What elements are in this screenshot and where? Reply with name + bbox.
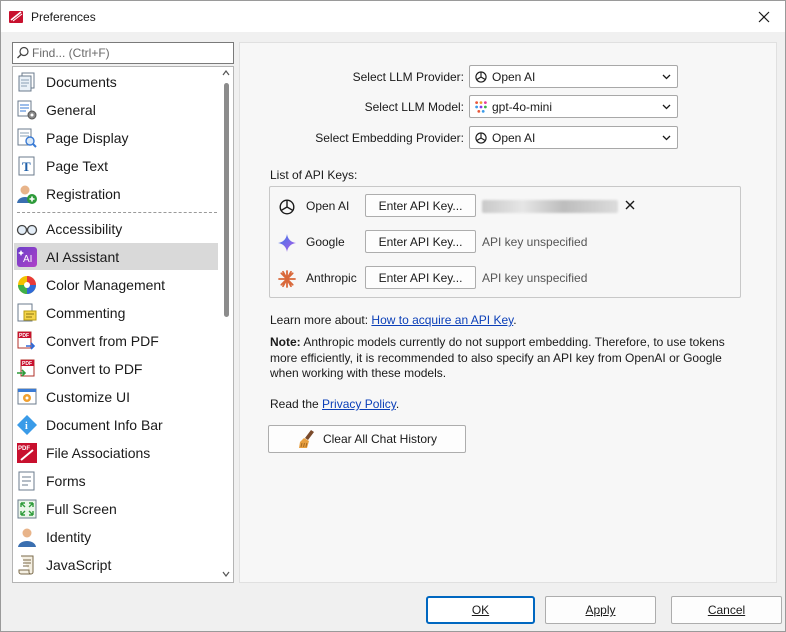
openai-icon xyxy=(475,70,487,83)
sidebar-item-commenting[interactable]: Commenting xyxy=(14,299,218,326)
svg-text:i: i xyxy=(25,421,28,432)
file-associations-icon: PDF xyxy=(17,442,37,463)
anthropic-icon xyxy=(278,270,296,288)
convert-from-pdf-icon: PDF xyxy=(17,331,36,350)
svg-text:PDF: PDF xyxy=(22,361,32,367)
separator xyxy=(17,212,217,213)
sidebar-item-identity[interactable]: Identity xyxy=(14,523,218,550)
window-title: Preferences xyxy=(31,10,96,24)
sidebar-item-file-associations[interactable]: PDF File Associations xyxy=(14,439,218,466)
cancel-button[interactable]: Cancel xyxy=(671,596,782,624)
google-gemini-icon xyxy=(278,234,296,252)
chevron-down-icon xyxy=(662,135,671,141)
apply-button[interactable]: Apply xyxy=(545,596,656,624)
full-screen-icon xyxy=(17,499,37,518)
svg-text:PDF: PDF xyxy=(19,333,29,339)
api-key-help-link[interactable]: How to acquire an API Key xyxy=(371,313,513,327)
svg-text:AI: AI xyxy=(23,254,32,265)
scroll-thumb[interactable] xyxy=(224,83,229,317)
api-key-status-google: API key unspecified xyxy=(482,235,588,249)
enter-api-key-button-google[interactable]: Enter API Key... xyxy=(365,230,476,253)
privacy-policy-link[interactable]: Privacy Policy xyxy=(322,397,396,411)
sidebar-item-color-management[interactable]: Color Management xyxy=(14,271,218,298)
page-display-icon xyxy=(17,128,37,148)
sidebar-item-page-text[interactable]: T Page Text xyxy=(14,152,218,179)
svg-text:T: T xyxy=(22,159,31,174)
forms-icon xyxy=(18,471,35,490)
accessibility-icon xyxy=(16,224,38,235)
scroll-down-icon[interactable] xyxy=(222,570,230,578)
sidebar-item-convert-to-pdf[interactable]: PDF Convert to PDF xyxy=(14,355,218,382)
sidebar-item-general[interactable]: General xyxy=(14,96,218,123)
registration-icon xyxy=(17,185,37,204)
chevron-down-icon xyxy=(662,104,671,110)
documents-icon xyxy=(18,72,35,91)
embedding-provider-select[interactable]: Open AI xyxy=(469,126,678,149)
title-bar: Preferences xyxy=(1,1,785,32)
model-icon xyxy=(475,100,487,113)
page-text-icon: T xyxy=(18,156,35,175)
ok-button[interactable]: OK xyxy=(426,596,535,624)
close-icon xyxy=(758,11,770,22)
search-box xyxy=(12,42,234,64)
commenting-icon xyxy=(17,303,37,321)
customize-ui-icon xyxy=(17,388,37,404)
embedding-provider-label: Select Embedding Provider: xyxy=(315,131,464,145)
clear-key-icon[interactable] xyxy=(623,198,637,212)
javascript-icon xyxy=(18,555,34,574)
app-logo-icon xyxy=(9,11,23,23)
llm-model-label: Select LLM Model: xyxy=(364,100,464,114)
api-key-row-anthropic: Anthropic Enter API Key... API key unspe… xyxy=(270,266,740,290)
openai-icon xyxy=(475,131,487,144)
convert-to-pdf-icon: PDF xyxy=(17,359,35,377)
api-keys-group: Open AI Enter API Key... Google Enter AP… xyxy=(269,186,741,298)
sidebar-item-customize-ui[interactable]: Customize UI xyxy=(14,383,218,410)
broom-icon xyxy=(298,430,314,448)
api-key-status-anthropic: API key unspecified xyxy=(482,271,588,285)
sidebar-item-full-screen[interactable]: Full Screen xyxy=(14,495,218,522)
scroll-up-icon[interactable] xyxy=(222,69,230,77)
sidebar-item-registration[interactable]: Registration xyxy=(14,180,218,207)
svg-text:PDF: PDF xyxy=(18,446,30,452)
document-info-bar-icon: i xyxy=(17,414,37,435)
api-key-row-google: Google Enter API Key... API key unspecif… xyxy=(270,230,740,254)
sidebar-item-documents[interactable]: Documents xyxy=(14,68,218,95)
category-list: Documents General Page Display T Page Te… xyxy=(12,66,234,583)
api-keys-section-label: List of API Keys: xyxy=(270,168,358,182)
sidebar-item-forms[interactable]: Forms xyxy=(14,467,218,494)
clear-chat-history-button[interactable]: Clear All Chat History xyxy=(268,425,466,453)
search-input[interactable] xyxy=(32,45,230,61)
chevron-down-icon xyxy=(662,74,671,80)
openai-icon xyxy=(279,199,295,215)
llm-provider-select[interactable]: Open AI xyxy=(469,65,678,88)
preferences-dialog: Preferences Documents xyxy=(0,0,786,632)
sidebar-item-ai-assistant[interactable]: AI AI Assistant xyxy=(14,243,218,270)
llm-model-select[interactable]: gpt-4o-mini xyxy=(469,95,678,118)
sidebar-scrollbar[interactable] xyxy=(219,67,233,582)
general-icon xyxy=(17,100,37,119)
enter-api-key-button-openai[interactable]: Enter API Key... xyxy=(365,194,476,217)
identity-icon xyxy=(18,528,36,547)
api-key-row-openai: Open AI Enter API Key... xyxy=(270,194,740,218)
search-icon xyxy=(17,46,29,59)
sidebar-item-page-display[interactable]: Page Display xyxy=(14,124,218,151)
masked-api-key xyxy=(482,200,618,213)
sidebar-item-document-info-bar[interactable]: i Document Info Bar xyxy=(14,411,218,438)
llm-provider-label: Select LLM Provider: xyxy=(352,70,464,84)
privacy-text: Read the Privacy Policy. xyxy=(270,397,400,411)
ai-assistant-icon: AI xyxy=(17,246,37,267)
learn-more-text: Learn more about: How to acquire an API … xyxy=(270,313,517,327)
sidebar-item-accessibility[interactable]: Accessibility xyxy=(14,215,218,242)
sidebar-item-convert-from-pdf[interactable]: PDF Convert from PDF xyxy=(14,327,218,354)
ai-assistant-panel: Select LLM Provider: Open AI Select LLM … xyxy=(239,42,777,583)
color-management-icon xyxy=(18,275,36,294)
close-button[interactable] xyxy=(743,1,785,32)
sidebar-item-javascript[interactable]: JavaScript xyxy=(14,551,218,578)
enter-api-key-button-anthropic[interactable]: Enter API Key... xyxy=(365,266,476,289)
anthropic-note: Note: Anthropic models currently do not … xyxy=(270,335,725,380)
